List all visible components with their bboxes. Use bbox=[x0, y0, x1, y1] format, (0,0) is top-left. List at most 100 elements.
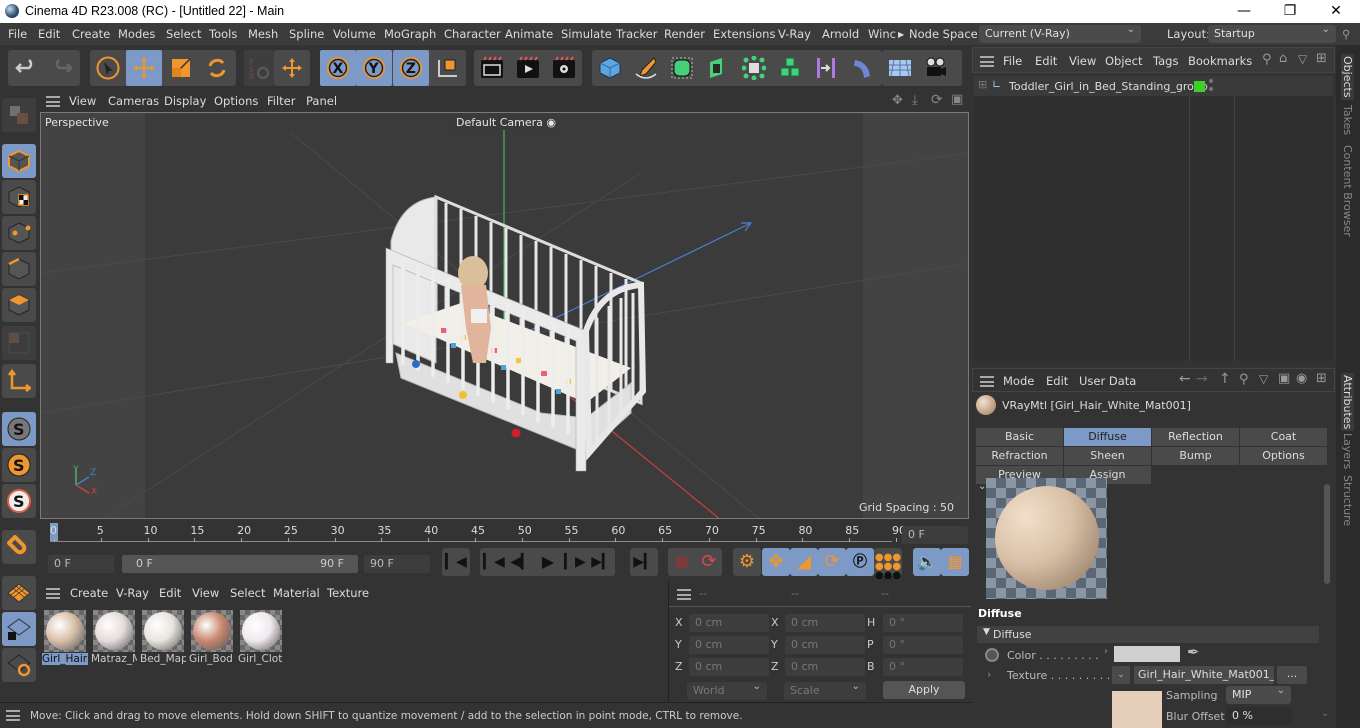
coordinate-value-field[interactable]: 0 cm bbox=[785, 658, 865, 676]
material-hamburger-icon[interactable] bbox=[46, 588, 60, 599]
coordinate-mode-dropdown[interactable]: Scale bbox=[784, 681, 866, 700]
apply-button[interactable]: Apply bbox=[883, 681, 965, 699]
sound-button[interactable]: 🔈 bbox=[913, 548, 941, 576]
visibility-toggle[interactable] bbox=[1194, 81, 1205, 92]
material-menu-select[interactable]: Select bbox=[230, 586, 265, 600]
objects-hamburger-icon[interactable] bbox=[980, 56, 994, 67]
attributes-menu-edit[interactable]: Edit bbox=[1046, 374, 1068, 388]
objects-menu-bookmarks[interactable]: Bookmarks bbox=[1188, 54, 1252, 68]
texture-menu-icon[interactable]: ⌄ bbox=[1112, 666, 1130, 684]
target-icon[interactable]: ◉ bbox=[1296, 371, 1307, 386]
viewport-menu-options[interactable]: Options bbox=[214, 94, 258, 108]
scroll-down-icon[interactable]: ⌄ bbox=[1321, 708, 1329, 719]
camera-label[interactable]: Default Camera ◉ bbox=[453, 115, 559, 130]
solo-off-button[interactable]: S bbox=[2, 412, 36, 446]
color-swatch[interactable] bbox=[1114, 646, 1180, 662]
menu-modes[interactable]: Modes bbox=[118, 27, 155, 41]
crib-model[interactable] bbox=[385, 194, 647, 472]
editor-visibility-dot[interactable] bbox=[1209, 79, 1213, 83]
attributes-search-icon[interactable]: ⚲ bbox=[1239, 372, 1249, 387]
expand-icon[interactable]: ⊞ bbox=[978, 78, 987, 91]
material-menu-texture[interactable]: Texture bbox=[327, 586, 369, 600]
material-swatch[interactable]: Matraz_M bbox=[91, 608, 137, 668]
axis-mode-button[interactable] bbox=[2, 364, 36, 398]
lock-icon[interactable]: ▣ bbox=[1278, 371, 1290, 386]
texture-field[interactable]: Girl_Hair_White_Mat001_Dif bbox=[1134, 666, 1274, 684]
mograph-button[interactable] bbox=[772, 50, 808, 86]
attributes-menu-user-data[interactable]: User Data bbox=[1079, 374, 1136, 388]
go-to-end-button[interactable]: ▶▎ bbox=[630, 548, 658, 576]
next-key-button[interactable]: ▶▎ bbox=[588, 548, 616, 576]
coordinate-value-field[interactable]: 0 cm bbox=[689, 614, 769, 632]
attribute-tab[interactable]: Coat bbox=[1240, 428, 1328, 446]
diffuse-group-header[interactable]: ▼ Diffuse bbox=[977, 626, 1319, 643]
redo-button[interactable] bbox=[44, 50, 80, 86]
polygon-mode-button[interactable] bbox=[2, 288, 36, 322]
render-settings-button[interactable] bbox=[546, 50, 582, 86]
solo-hierarchy-button[interactable]: S bbox=[2, 484, 36, 518]
3d-viewport[interactable]: Perspective Default Camera ◉ Y Z X Grid … bbox=[40, 112, 969, 519]
pan-view-icon[interactable]: ✥ bbox=[892, 93, 903, 108]
menu-mesh[interactable]: Mesh bbox=[248, 27, 278, 41]
material-swatch[interactable]: Girl_Hair bbox=[42, 608, 88, 668]
coordinate-value-field[interactable]: 0 ° bbox=[883, 658, 963, 676]
status-hamburger-icon[interactable] bbox=[6, 710, 20, 721]
node-space-dropdown[interactable]: Current (V-Ray) bbox=[979, 24, 1141, 43]
menu-tracker[interactable]: Tracker bbox=[616, 27, 658, 41]
coordinate-value-field[interactable]: 0 cm bbox=[785, 614, 865, 632]
film-strip-button[interactable]: ▦ bbox=[941, 548, 969, 576]
locked-workplane-button[interactable] bbox=[2, 612, 36, 646]
scale-tool-button[interactable] bbox=[163, 50, 199, 86]
render-picture-viewer-button[interactable] bbox=[510, 50, 546, 86]
cube-button[interactable] bbox=[592, 50, 628, 86]
texture-expand-icon[interactable]: › bbox=[987, 668, 991, 681]
menu-arnold[interactable]: Arnold bbox=[822, 27, 859, 41]
tab-layers[interactable]: Layers bbox=[1341, 433, 1354, 469]
objects-menu-file[interactable]: File bbox=[1003, 54, 1022, 68]
snap-button[interactable] bbox=[2, 530, 36, 564]
previous-frame-button[interactable]: ◀▎ bbox=[507, 548, 535, 576]
objects-search-icon[interactable]: ⚲ bbox=[1262, 52, 1272, 67]
object-row[interactable]: ⊞ ∟ Toddler_Girl_in_Bed_Standing_group bbox=[974, 76, 1333, 96]
tab-content-browser[interactable]: Content Browser bbox=[1341, 145, 1354, 237]
menu-animate[interactable]: Animate bbox=[505, 27, 553, 41]
close-button[interactable]: ✕ bbox=[1313, 0, 1359, 23]
psr-button[interactable]: PSR bbox=[244, 50, 274, 86]
attributes-menu-mode[interactable]: Mode bbox=[1003, 374, 1034, 388]
key-position-button[interactable]: ✥ bbox=[762, 548, 790, 576]
attribute-tab[interactable]: Bump bbox=[1152, 447, 1240, 465]
workplane-button[interactable] bbox=[2, 576, 36, 610]
material-menu-material[interactable]: Material bbox=[273, 586, 320, 600]
camera-button[interactable] bbox=[918, 50, 954, 86]
viewport-menu-filter[interactable]: Filter bbox=[267, 94, 295, 108]
pen-button[interactable] bbox=[628, 50, 664, 86]
attribute-tab[interactable]: Options bbox=[1240, 447, 1328, 465]
objects-menu-view[interactable]: View bbox=[1069, 54, 1096, 68]
coordinate-value-field[interactable]: 0 ° bbox=[883, 636, 963, 654]
attributes-hamburger-icon[interactable] bbox=[980, 376, 994, 387]
maximize-button[interactable]: ❐ bbox=[1267, 0, 1313, 23]
coordinate-value-field[interactable]: 0 cm bbox=[785, 636, 865, 654]
autokeying-button[interactable]: ⟳ bbox=[695, 548, 723, 576]
material-menu-vray[interactable]: V-Ray bbox=[116, 586, 149, 600]
viewport-menu-display[interactable]: Display bbox=[164, 94, 206, 108]
rotate-view-icon[interactable]: ⟳ bbox=[931, 92, 943, 108]
key-point-level-button[interactable]: ●●● ●●● ●●● bbox=[874, 548, 902, 581]
coordinate-value-field[interactable]: 0 cm bbox=[689, 636, 769, 654]
live-selection-button[interactable] bbox=[90, 50, 126, 86]
next-frame-button[interactable]: ▎▶ bbox=[561, 548, 589, 576]
extrude-button[interactable] bbox=[700, 50, 736, 86]
floor-button[interactable] bbox=[882, 50, 918, 86]
deformer-button[interactable] bbox=[808, 50, 844, 86]
planar-workplane-button[interactable] bbox=[2, 648, 36, 682]
move-axis-button[interactable] bbox=[274, 50, 310, 86]
forward-arrow-icon[interactable]: → bbox=[1196, 371, 1208, 387]
viewport-menu-cameras[interactable]: Cameras bbox=[108, 94, 159, 108]
menu-overflow-arrow-icon[interactable]: ▶ bbox=[898, 30, 904, 39]
menu-file[interactable]: File bbox=[8, 27, 27, 41]
menu-vray[interactable]: V-Ray bbox=[778, 27, 811, 41]
menu-window[interactable]: Winc bbox=[868, 27, 896, 41]
render-view-button[interactable] bbox=[474, 50, 510, 86]
projection-label[interactable]: Perspective bbox=[45, 116, 109, 129]
record-active-objects-button[interactable]: ● bbox=[668, 548, 696, 576]
